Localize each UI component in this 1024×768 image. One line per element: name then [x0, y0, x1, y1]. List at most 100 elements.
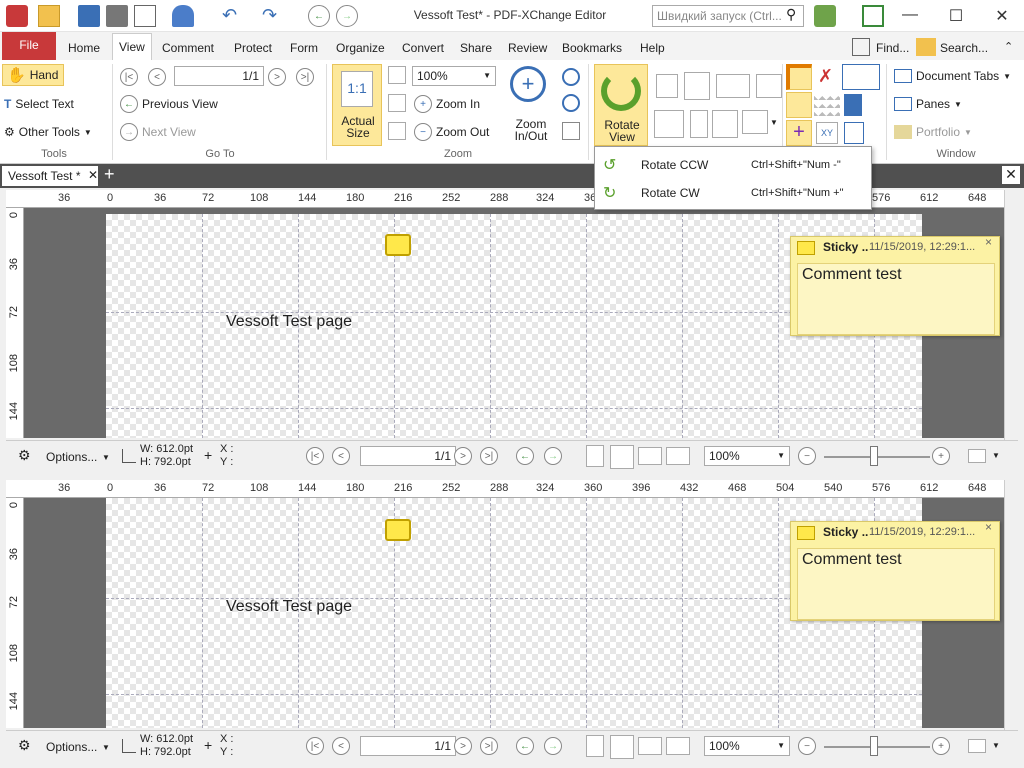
tab-bookmarks[interactable]: Bookmarks — [556, 37, 628, 61]
two-up-icon[interactable] — [712, 110, 738, 138]
last-page-icon[interactable]: >| — [296, 68, 314, 86]
find-button[interactable]: Find... — [870, 37, 915, 61]
prev-page-icon[interactable]: < — [148, 68, 166, 86]
chevron-down-icon[interactable]: ▼ — [992, 741, 1000, 750]
fit-width-icon[interactable] — [388, 94, 406, 112]
facing-continuous-icon[interactable] — [666, 737, 690, 755]
fit-visible-icon[interactable] — [388, 122, 406, 140]
zoom-out-icon[interactable]: − — [798, 447, 816, 465]
tab-file[interactable]: File — [2, 32, 56, 60]
settings-icon[interactable] — [814, 5, 836, 27]
facing-continuous-icon[interactable] — [756, 74, 782, 98]
sticky-note-popup[interactable]: Sticky .. 11/15/2019, 12:29:1... × Comme… — [790, 235, 1000, 336]
panes-button[interactable]: Panes ▼ — [894, 93, 984, 115]
tab-organize[interactable]: Organize — [330, 37, 391, 61]
next-page-icon[interactable]: > — [454, 447, 472, 465]
sticky-body[interactable]: Comment test — [797, 263, 995, 335]
facing-pages-icon[interactable] — [638, 447, 662, 465]
snap-icon[interactable] — [844, 122, 864, 144]
first-page-icon[interactable]: |< — [306, 447, 324, 465]
status-page-input[interactable]: 1/1 — [360, 446, 456, 466]
continuous-page-icon[interactable] — [684, 72, 710, 100]
back-icon[interactable]: ← — [308, 5, 330, 27]
scan-icon[interactable] — [172, 5, 194, 27]
tab-share[interactable]: Share — [454, 37, 498, 61]
single-page-icon[interactable] — [586, 445, 604, 467]
guides-icon[interactable] — [842, 64, 880, 90]
close-document-icon[interactable]: ✕ — [1002, 166, 1020, 184]
search-button[interactable]: Search... — [934, 37, 994, 61]
tab-form[interactable]: Form — [284, 37, 324, 61]
view-mode-icon[interactable] — [968, 449, 986, 463]
vertical-scrollbar[interactable] — [1004, 480, 1018, 730]
portfolio-button[interactable]: Portfolio ▼ — [894, 121, 994, 143]
options-button[interactable]: Options... — [46, 450, 97, 464]
maximize-button[interactable]: ☐ — [946, 6, 966, 26]
quick-launch-input[interactable]: Швидкий запуск (Ctrl... — [652, 5, 804, 27]
coordinates-icon[interactable]: XY — [816, 122, 838, 144]
open-folder-icon[interactable] — [38, 5, 60, 27]
minimize-button[interactable]: — — [900, 6, 920, 26]
prev-page-icon[interactable]: < — [332, 447, 350, 465]
zoom-out-button[interactable]: − Zoom Out — [414, 121, 504, 143]
continuous-page-icon[interactable] — [610, 735, 634, 759]
tab-review[interactable]: Review — [502, 37, 553, 61]
select-text-button[interactable]: T Select Text — [4, 93, 104, 115]
last-page-icon[interactable]: >| — [480, 737, 498, 755]
facing-pages-icon[interactable] — [716, 74, 750, 98]
comment-note-icon[interactable] — [385, 519, 411, 541]
back-icon[interactable]: ← — [516, 447, 534, 465]
zoom-out-icon[interactable]: − — [798, 737, 816, 755]
sticky-body[interactable]: Comment test — [797, 548, 995, 620]
next-view-button[interactable]: → Next View — [120, 121, 230, 143]
sticky-note-popup[interactable]: Sticky .. 11/15/2019, 12:29:1... × Comme… — [790, 520, 1000, 621]
comment-note-icon[interactable] — [385, 234, 411, 256]
search-icon[interactable]: ⚲ — [786, 6, 808, 28]
zoom-in-icon[interactable]: + — [932, 737, 950, 755]
options-button[interactable]: Options... — [46, 740, 97, 754]
page-number-input[interactable]: 1/1 — [174, 66, 264, 86]
split-horizontal-icon[interactable] — [690, 110, 708, 138]
tab-convert[interactable]: Convert — [396, 37, 450, 61]
rotate-view-button[interactable]: Rotate View — [594, 64, 648, 146]
single-page-icon[interactable] — [586, 735, 604, 757]
zoom-tool-icon[interactable] — [562, 68, 580, 86]
close-button[interactable]: ✕ — [992, 6, 1012, 26]
facing-pages-icon[interactable] — [638, 737, 662, 755]
chevron-down-icon[interactable]: ▼ — [992, 451, 1000, 460]
new-tab-icon[interactable]: + — [104, 164, 115, 185]
single-page-icon[interactable] — [656, 74, 678, 98]
forward-icon[interactable]: → — [336, 5, 358, 27]
split-view-icon[interactable] — [654, 110, 684, 138]
tab-comment[interactable]: Comment — [156, 37, 220, 61]
other-tools-button[interactable]: ⚙ Other Tools ▼ — [4, 121, 110, 143]
chevron-down-icon[interactable]: ▼ — [770, 118, 778, 127]
menu-item-rotate-cw[interactable]: ↻ Rotate CW Ctrl+Shift+"Num +" — [603, 181, 863, 205]
previous-view-button[interactable]: ← Previous View — [120, 93, 230, 115]
email-icon[interactable] — [134, 5, 156, 27]
first-page-icon[interactable]: |< — [306, 737, 324, 755]
actual-size-button[interactable]: 1:1 Actual Size — [332, 64, 382, 146]
fullscreen-icon[interactable] — [862, 5, 884, 27]
menu-item-rotate-ccw[interactable]: ↺ Rotate CCW Ctrl+Shift+"Num -" — [603, 153, 863, 177]
zoom-level-select[interactable]: 100% ▼ — [412, 66, 496, 86]
document-tab[interactable]: Vessoft Test * ✕ — [2, 166, 98, 186]
zoom-slider-thumb[interactable] — [870, 736, 878, 756]
vertical-scrollbar[interactable] — [1004, 190, 1018, 440]
facing-continuous-icon[interactable] — [666, 447, 690, 465]
chevron-down-icon[interactable]: ▼ — [102, 453, 110, 462]
print-icon[interactable] — [106, 5, 128, 27]
transparency-grid-icon[interactable] — [786, 92, 812, 118]
fit-page-icon[interactable] — [388, 66, 406, 84]
redo-icon[interactable]: ↷ — [262, 5, 284, 27]
sticky-close-icon[interactable]: × — [985, 520, 992, 534]
zoom-slider-thumb[interactable] — [870, 446, 878, 466]
next-page-icon[interactable]: > — [454, 737, 472, 755]
cover-page-icon[interactable] — [742, 110, 768, 134]
continuous-page-icon[interactable] — [610, 445, 634, 469]
next-page-icon[interactable]: > — [268, 68, 286, 86]
tab-help[interactable]: Help — [634, 37, 671, 61]
view-mode-icon[interactable] — [968, 739, 986, 753]
status-page-input[interactable]: 1/1 — [360, 736, 456, 756]
status-zoom-select[interactable]: 100% ▼ — [704, 446, 790, 466]
